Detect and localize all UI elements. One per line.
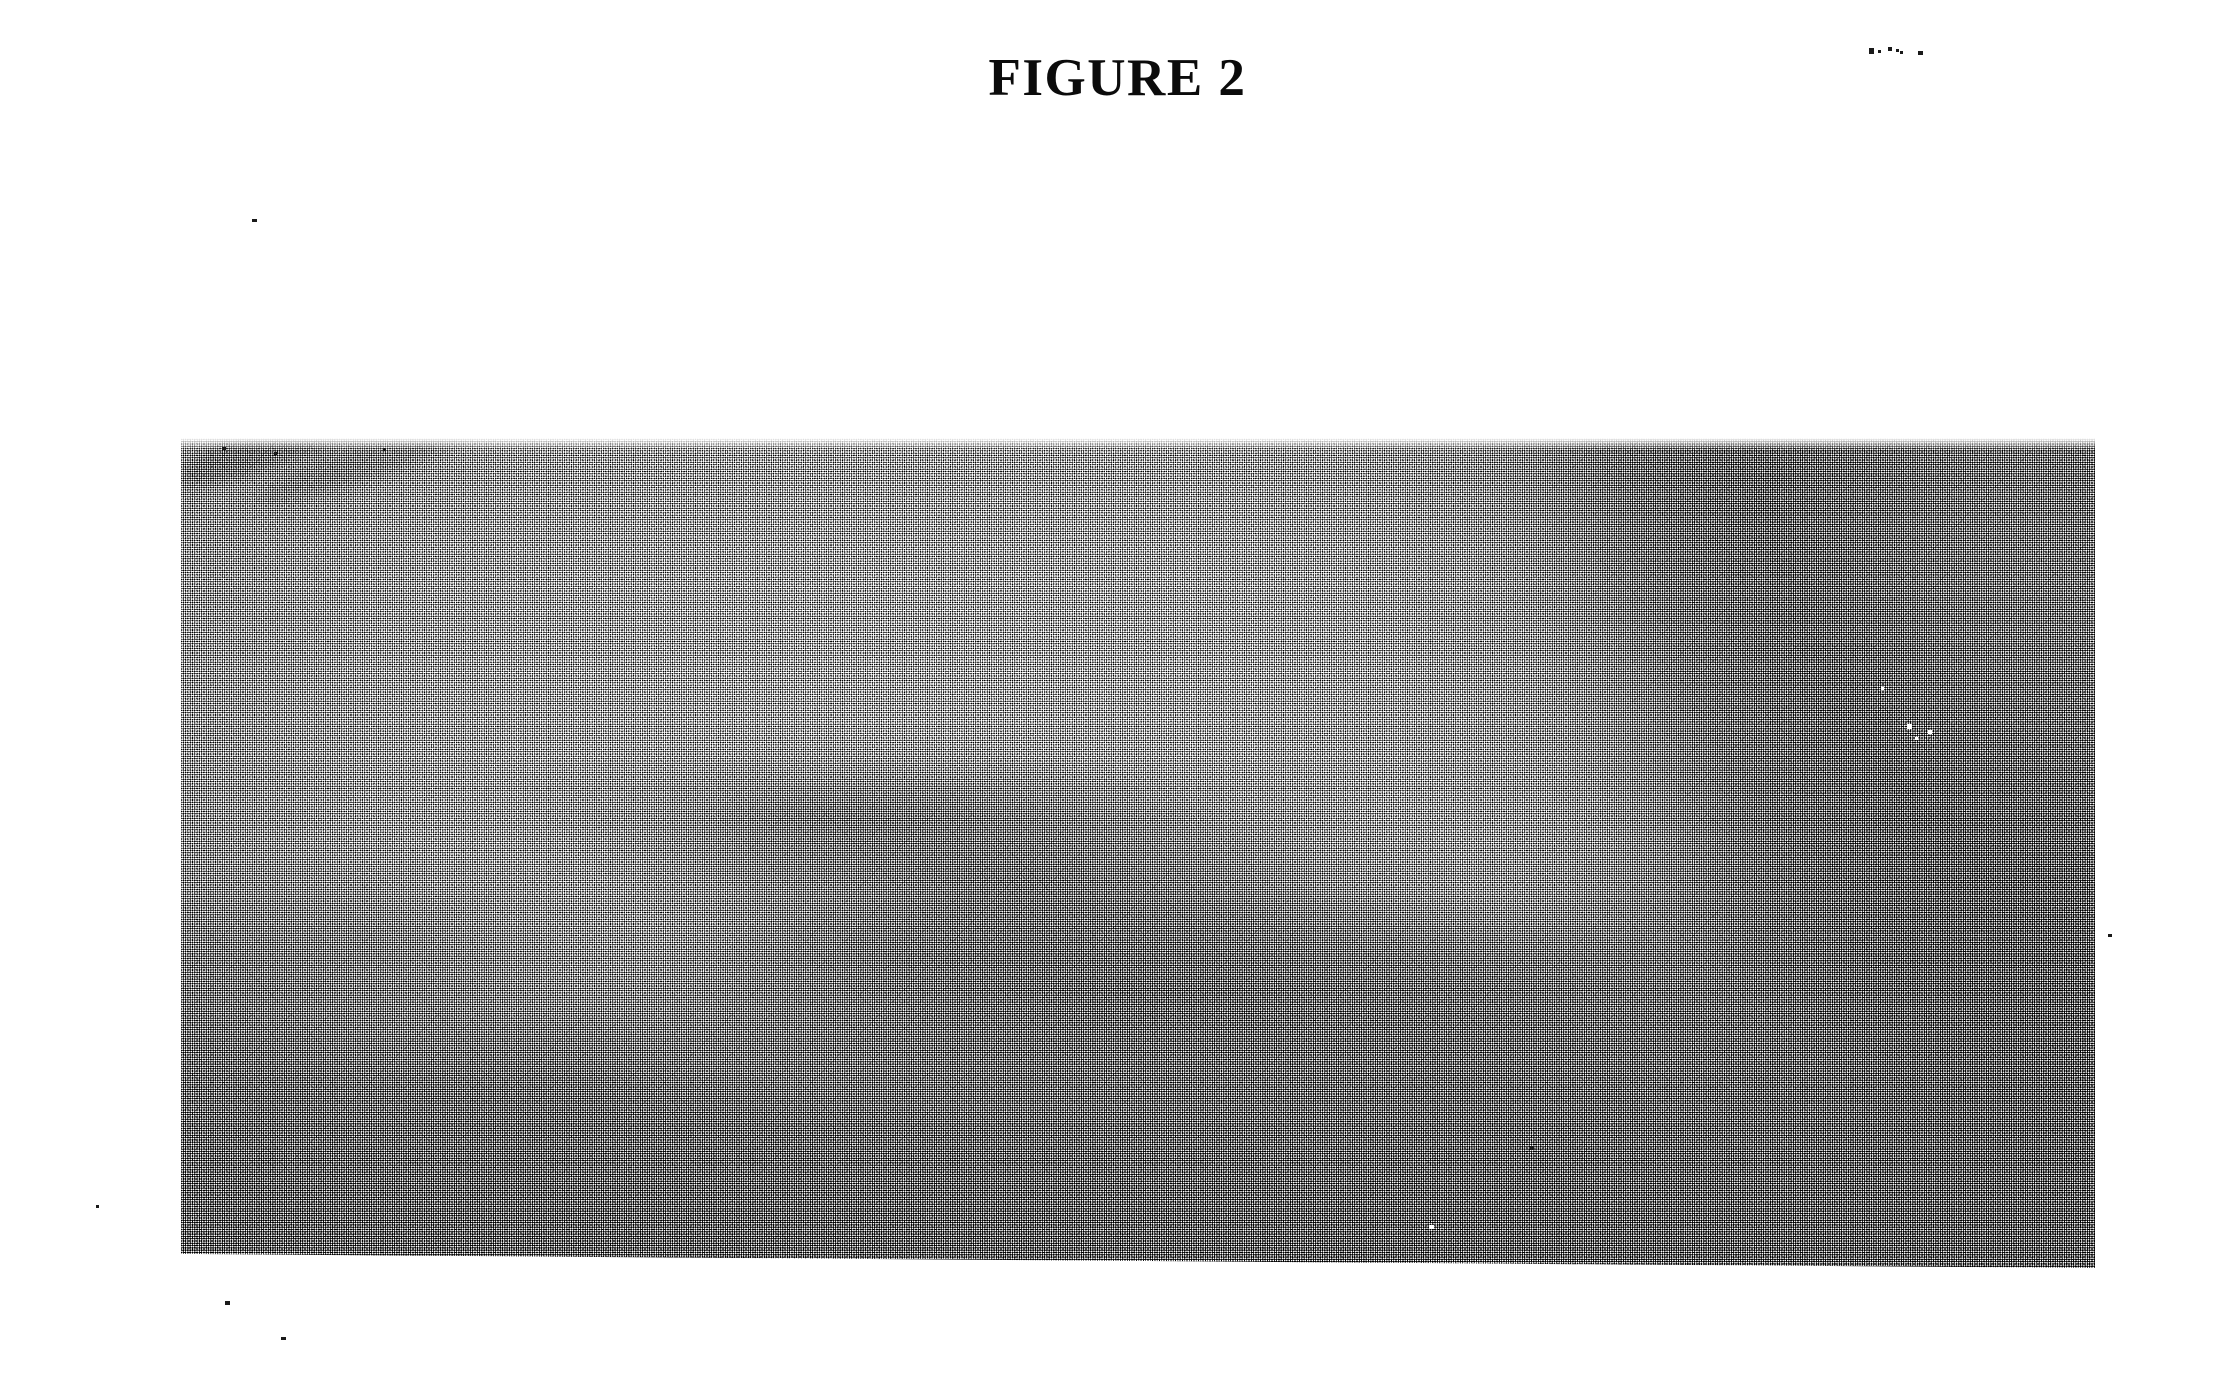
scan-speck [252, 219, 257, 222]
scan-speck [1918, 51, 1923, 55]
photo-highlight-main [181, 438, 2095, 1268]
scan-speck [222, 447, 226, 450]
scan-speck [281, 1337, 286, 1340]
halftone-contrast-pass [181, 438, 2095, 1268]
scan-speck [1888, 47, 1892, 51]
photo-left-shadow [181, 438, 2095, 1268]
scan-speck [2108, 934, 2112, 937]
scan-speck [274, 452, 277, 455]
scan-speck [1530, 1146, 1534, 1150]
scan-speck [1878, 50, 1881, 53]
page-sheet: FIGURE 2 [0, 0, 2235, 1374]
figure-photograph [181, 438, 2095, 1268]
photo-dark-core [181, 438, 2095, 1268]
photo-dark-rim [181, 438, 2095, 1268]
scan-speck [1900, 51, 1903, 54]
photo-pinhole [1880, 687, 1884, 690]
photo-top-fade [181, 438, 2095, 450]
scan-speck [383, 448, 386, 451]
photo-right-shadow [181, 438, 2095, 1268]
photo-pinhole [1915, 736, 1919, 740]
photo-diagonal-streak [181, 438, 2095, 1268]
halftone-screen-overlay [181, 438, 2095, 1268]
scan-speck [225, 1301, 230, 1305]
photo-pinhole [1428, 1224, 1434, 1229]
photo-highlight-secondary [181, 438, 2095, 1268]
scan-speck [1896, 49, 1899, 52]
scan-speck [96, 1205, 99, 1208]
scan-speck [1869, 48, 1874, 54]
halftone-grain-overlay [181, 438, 2095, 1268]
photo-mottling [181, 438, 2095, 1268]
photo-tone-base [181, 438, 2095, 1268]
photo-pinhole [1928, 730, 1933, 735]
figure-caption: FIGURE 2 [988, 49, 1247, 107]
photo-pinhole [1907, 724, 1913, 730]
